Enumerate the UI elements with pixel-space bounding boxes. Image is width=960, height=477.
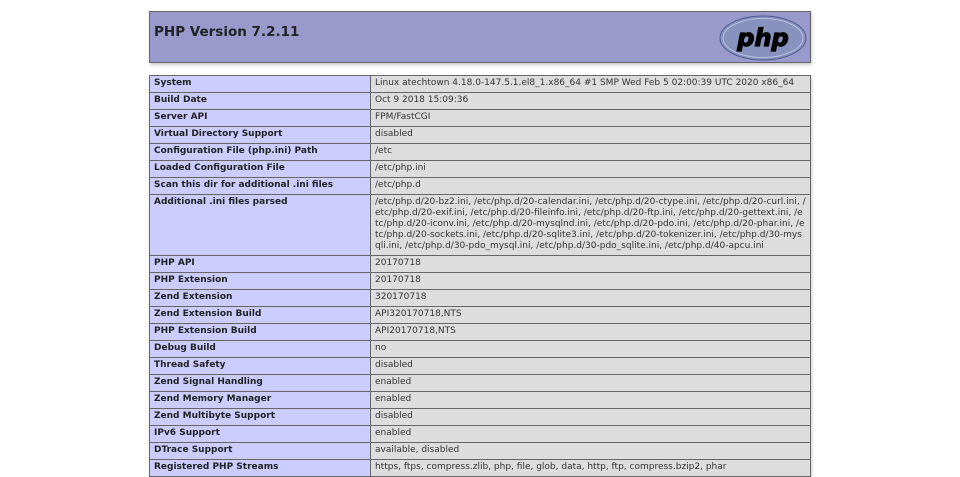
php-version-header: PHP Version 7.2.11 php php	[149, 11, 811, 63]
table-row: Additional .ini files parsed/etc/php.d/2…	[149, 194, 811, 256]
row-key: DTrace Support	[149, 442, 371, 460]
row-key: Zend Signal Handling	[149, 374, 371, 392]
row-value: disabled	[370, 126, 811, 144]
table-row: Build Date Oct 9 2018 15:09:36	[149, 92, 811, 110]
row-value: 320170718	[370, 289, 811, 307]
row-key: Server API	[149, 109, 371, 127]
table-row: System Linux atechtown 4.18.0-147.5.1.el8…	[149, 75, 811, 93]
table-row: Zend Signal Handling enabled	[149, 374, 811, 392]
row-value: 20170718	[370, 272, 811, 290]
row-value: Linux atechtown 4.18.0-147.5.1.el8_1.x86…	[370, 75, 811, 93]
table-row: Zend Multibyte Support disabled	[149, 408, 811, 426]
php-logo: php php	[719, 15, 807, 61]
table-row: Debug Build no	[149, 340, 811, 358]
row-key: Zend Extension	[149, 289, 371, 307]
info-table-body: System Linux atechtown 4.18.0-147.5.1.el8…	[149, 75, 811, 477]
table-row: Server API FPM/FastCGI	[149, 109, 811, 127]
table-row: Loaded Configuration File/etc/php.ini	[149, 160, 811, 178]
table-row: DTrace Support available, disabled	[149, 442, 811, 460]
row-key: Additional .ini files parsed	[149, 194, 371, 256]
table-row: Thread Safety disabled	[149, 357, 811, 375]
row-key: Zend Memory Manager	[149, 391, 371, 409]
row-key: PHP API	[149, 255, 371, 273]
row-value: FPM/FastCGI	[370, 109, 811, 127]
row-value: enabled	[370, 425, 811, 443]
row-key: System	[149, 75, 371, 93]
table-row: Zend Extension 320170718	[149, 289, 811, 307]
row-value: API20170718,NTS	[370, 323, 811, 341]
page-title: PHP Version 7.2.11	[154, 24, 300, 40]
info-table: System Linux atechtown 4.18.0-147.5.1.el8…	[149, 75, 811, 477]
table-row: PHP API 20170718	[149, 255, 811, 273]
row-key: Configuration File (php.ini) Path	[149, 143, 371, 161]
row-key: Loaded Configuration File	[149, 160, 371, 178]
row-value: enabled	[370, 391, 811, 409]
row-value: disabled	[370, 408, 811, 426]
row-key: Scan this dir for additional .ini files	[149, 177, 371, 195]
row-value: /etc/php.ini	[370, 160, 811, 178]
row-key: Debug Build	[149, 340, 371, 358]
table-row: Virtual Directory Support disabled	[149, 126, 811, 144]
row-key: IPv6 Support	[149, 425, 371, 443]
row-value: /etc	[370, 143, 811, 161]
table-row: PHP Extension Build API20170718,NTS	[149, 323, 811, 341]
row-key: Zend Extension Build	[149, 306, 371, 324]
row-value: enabled	[370, 374, 811, 392]
row-value: 20170718	[370, 255, 811, 273]
table-row: Scan this dir for additional .ini files /…	[149, 177, 811, 195]
row-key: Virtual Directory Support	[149, 126, 371, 144]
table-row: Zend Extension Build API320170718,NTS	[149, 306, 811, 324]
row-key: PHP Extension Build	[149, 323, 371, 341]
row-value: Oct 9 2018 15:09:36	[370, 92, 811, 110]
table-row: IPv6 Support enabled	[149, 425, 811, 443]
row-value: /etc/php.d	[370, 177, 811, 195]
table-row: PHP Extension 20170718	[149, 272, 811, 290]
row-value: /etc/php.d/20-bz2.ini, /etc/php.d/20-cal…	[370, 194, 811, 256]
row-value: API320170718,NTS	[370, 306, 811, 324]
table-row: Configuration File (php.ini) Path/etc	[149, 143, 811, 161]
row-value: available, disabled	[370, 442, 811, 460]
php-logo-text-fill: php	[736, 24, 788, 52]
table-row: Zend Memory Manager enabled	[149, 391, 811, 409]
row-value: disabled	[370, 357, 811, 375]
row-key: Build Date	[149, 92, 371, 110]
row-key: Thread Safety	[149, 357, 371, 375]
row-value: no	[370, 340, 811, 358]
row-key: PHP Extension	[149, 272, 371, 290]
row-key: Zend Multibyte Support	[149, 408, 371, 426]
